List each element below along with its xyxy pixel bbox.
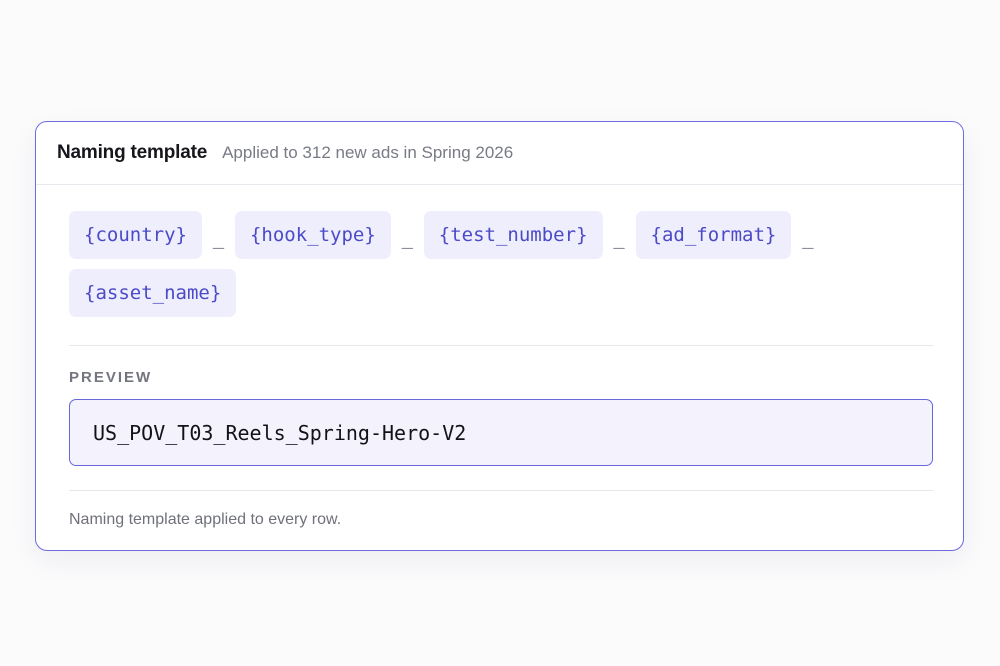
token-separator: _	[212, 227, 225, 249]
section-divider	[69, 345, 933, 346]
token-ad-format[interactable]: {ad_format}	[635, 211, 792, 259]
token-asset-name[interactable]: {asset_name}	[69, 269, 237, 317]
footnote-text: Naming template applied to every row.	[69, 511, 342, 528]
token-country[interactable]: {country}	[69, 211, 202, 259]
section-divider	[69, 490, 933, 491]
token-test-number[interactable]: {test_number}	[423, 211, 603, 259]
token-hook-type[interactable]: {hook_type}	[234, 211, 391, 259]
card-subtitle: Applied to 312 new ads in Spring 2026	[222, 143, 514, 162]
naming-template-card: Naming template Applied to 312 new ads i…	[35, 121, 964, 551]
token-separator: _	[401, 227, 414, 249]
token-separator: _	[613, 227, 625, 249]
preview-output: US_POV_T03_Reels_Spring-Hero-V2	[69, 399, 933, 466]
card-header: Naming template Applied to 312 new ads i…	[36, 122, 963, 185]
preview-label: PREVIEW	[69, 369, 153, 386]
token-separator: _	[802, 227, 814, 249]
card-title: Naming template	[57, 142, 208, 163]
token-list: {country} _ {hook_type} _ {test_number} …	[69, 211, 929, 317]
